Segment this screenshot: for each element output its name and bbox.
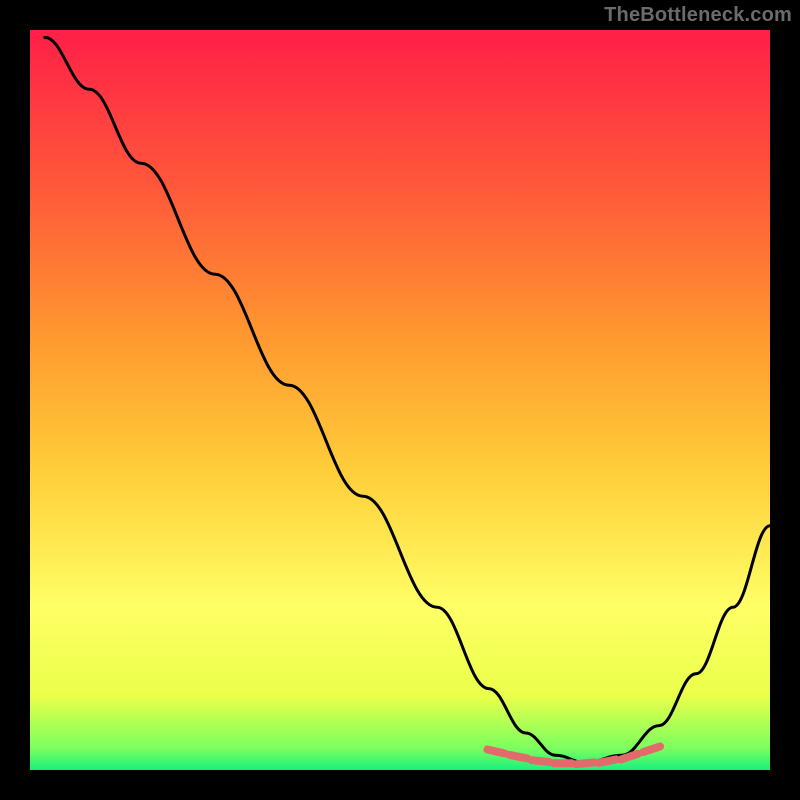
trough-dash-segment [510,755,528,759]
plot-area [30,30,770,770]
trough-dash-segment [532,760,550,762]
trough-dash-segment [621,754,638,760]
chart-frame: TheBottleneck.com [0,0,800,800]
watermark-label: TheBottleneck.com [604,4,792,27]
gradient-background [30,30,770,770]
trough-dash-segment [598,759,616,763]
trough-dash-segment [576,762,594,764]
trough-dash-segment [643,746,660,752]
trough-dash-segment [487,750,505,754]
chart-svg [30,30,770,770]
